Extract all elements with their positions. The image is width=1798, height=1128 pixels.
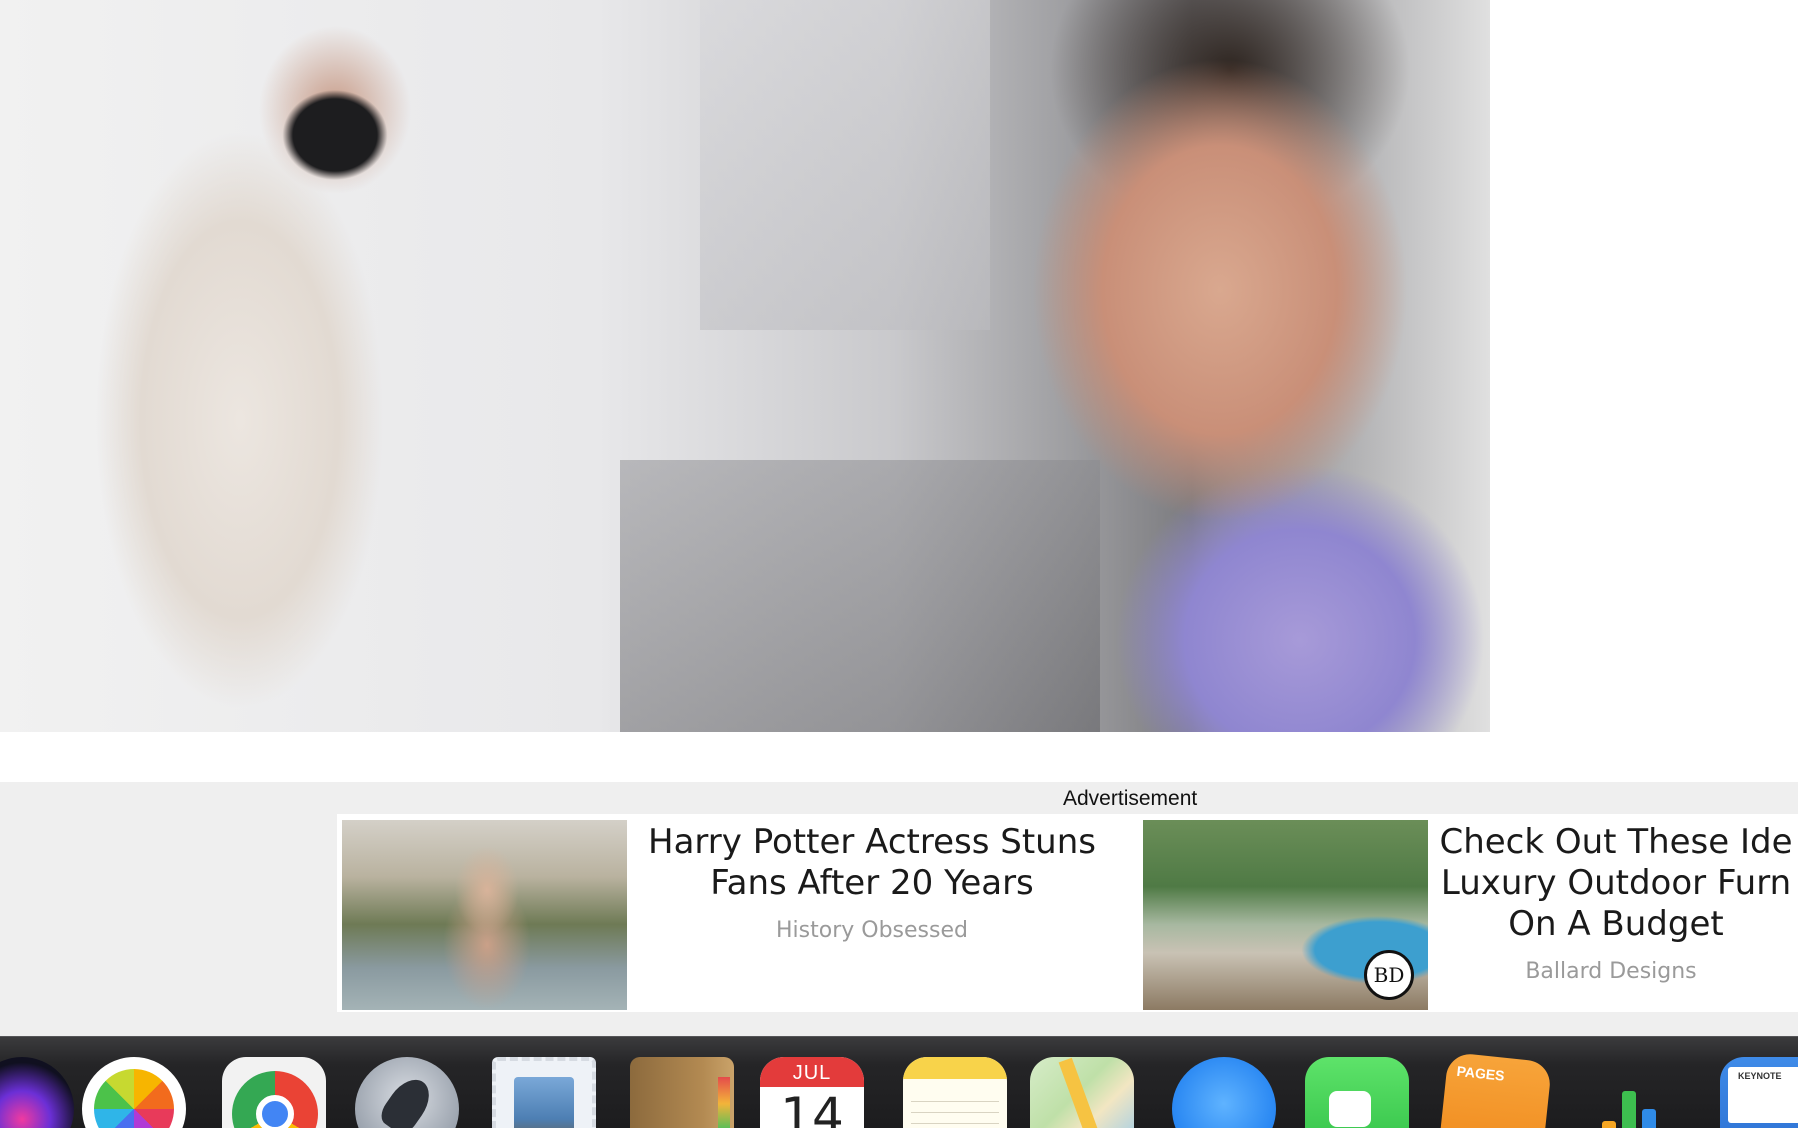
ad-card-2-thumbnail[interactable]: BD xyxy=(1143,820,1428,1010)
ad-card-1-source[interactable]: History Obsessed xyxy=(632,918,1112,943)
launchpad-icon[interactable] xyxy=(355,1057,459,1128)
messages-icon[interactable] xyxy=(1172,1057,1276,1128)
advertisement-label: Advertisement xyxy=(1063,787,1198,810)
pages-icon-label: PAGES xyxy=(1455,1062,1506,1084)
chrome-icon[interactable] xyxy=(222,1057,326,1128)
ballard-designs-logo: BD xyxy=(1364,950,1414,1000)
calendar-month: JUL xyxy=(760,1057,864,1087)
keynote-icon[interactable]: KEYNOTE xyxy=(1720,1057,1798,1128)
ad-card-1[interactable]: Harry Potter Actress Stuns Fans After 20… xyxy=(342,820,1132,1010)
keynote-icon-label: KEYNOTE xyxy=(1738,1071,1782,1081)
ad-card-2-source[interactable]: Ballard Designs xyxy=(1431,959,1791,984)
hero-building-column xyxy=(700,0,990,330)
calendar-day: 14 xyxy=(780,1087,844,1128)
ad-card-2-text[interactable]: Check Out These Ide Luxury Outdoor Furn … xyxy=(1431,820,1792,984)
mail-icon[interactable] xyxy=(492,1057,596,1128)
notes-icon[interactable] xyxy=(903,1057,1007,1128)
pages-icon[interactable]: PAGES xyxy=(1437,1051,1553,1128)
ad-card-2[interactable]: BD Check Out These Ide Luxury Outdoor Fu… xyxy=(1143,820,1798,1010)
ad-card-2-headline[interactable]: Check Out These Ide Luxury Outdoor Furn … xyxy=(1431,822,1798,945)
siri-icon[interactable] xyxy=(0,1057,74,1128)
calendar-icon[interactable]: JUL 14 xyxy=(760,1057,864,1128)
maps-icon[interactable] xyxy=(1030,1057,1134,1128)
facetime-icon[interactable] xyxy=(1305,1057,1409,1128)
hero-street-shade xyxy=(620,460,1100,732)
photos-icon[interactable] xyxy=(82,1057,186,1128)
contacts-icon[interactable] xyxy=(630,1057,734,1128)
ad-card-1-headline[interactable]: Harry Potter Actress Stuns Fans After 20… xyxy=(632,822,1112,904)
browser-viewport: Advertisement Harry Potter Actress Stuns… xyxy=(0,0,1798,1128)
article-hero-image[interactable] xyxy=(0,0,1490,732)
numbers-icon[interactable] xyxy=(1572,1057,1676,1128)
macos-dock: JUL 14 PAGES KEYNOTE xyxy=(0,1036,1798,1128)
ad-card-1-text[interactable]: Harry Potter Actress Stuns Fans After 20… xyxy=(632,820,1112,943)
ad-card-1-thumbnail[interactable] xyxy=(342,820,627,1010)
